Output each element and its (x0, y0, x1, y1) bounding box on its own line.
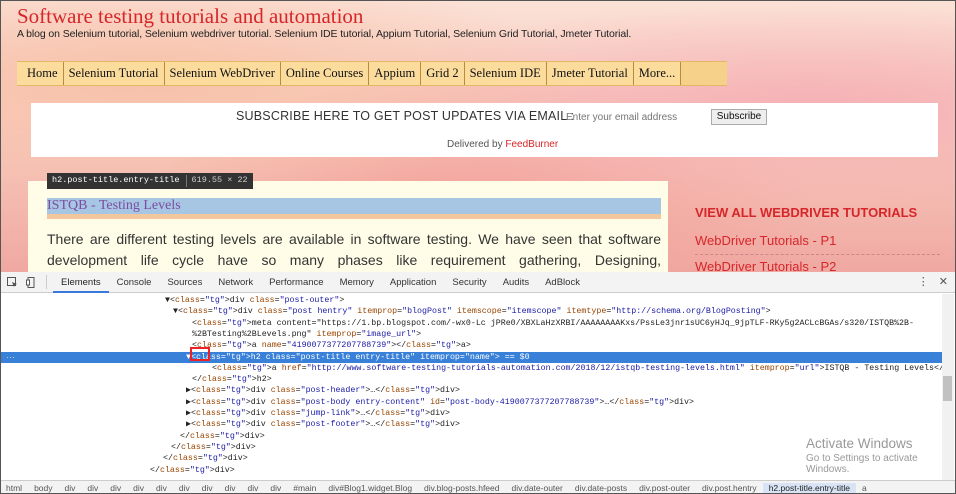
delivered-by: Delivered by FeedBurner (447, 139, 558, 150)
tab-elements[interactable]: Elements (53, 272, 109, 293)
nav-grid[interactable]: Grid 2 (421, 62, 465, 85)
breadcrumb-item[interactable]: div.post-outer (633, 483, 696, 493)
breadcrumb-item[interactable]: body (28, 483, 58, 493)
breadcrumb-item[interactable]: div (264, 483, 287, 493)
watermark-subtitle: Go to Settings to activate Windows. (806, 453, 918, 475)
breadcrumb-item[interactable]: div#Blog1.widget.Blog (322, 483, 418, 493)
devtools-controls: ⋮ ✕ (918, 275, 948, 288)
breadcrumb-item[interactable]: div.date-posts (569, 483, 633, 493)
tab-sources[interactable]: Sources (159, 272, 210, 293)
dom-node[interactable]: </class="tg">h2> (0, 374, 942, 385)
sidebar-heading: VIEW ALL WEBDRIVER TUTORIALS (695, 205, 918, 220)
nav-more[interactable]: More... (633, 62, 682, 85)
nav-online-courses[interactable]: Online Courses (280, 62, 370, 85)
element-highlight-padding (47, 214, 661, 219)
tab-security[interactable]: Security (444, 272, 494, 293)
email-input[interactable] (566, 109, 706, 125)
dom-breadcrumb: html body div div div div div div div div div div #m… (0, 480, 956, 494)
blog-description: A blog on Selenium tutorial, Selenium we… (17, 28, 632, 40)
dom-node[interactable]: <class="tg">a href="http://www.software-… (0, 363, 942, 374)
dom-tree[interactable]: ▼<class="tg">div class="post-outer"> ▼<cl… (0, 294, 942, 480)
blog-title[interactable]: Software testing tutorials and automatio… (17, 4, 363, 29)
dom-node[interactable]: ▶<class="tg">div class="jump-link">…</cl… (0, 408, 942, 419)
watermark-title: Activate Windows (806, 436, 913, 451)
dom-node[interactable]: ▶<class="tg">div class="post-body entry-… (0, 397, 942, 408)
dom-node[interactable]: </class="tg">div> (0, 453, 942, 464)
breadcrumb-item[interactable]: div (150, 483, 173, 493)
main-nav: Home Selenium Tutorial Selenium WebDrive… (17, 61, 727, 86)
tabbar-separator (46, 275, 47, 289)
inspect-tooltip: h2.post-title.entry-title 619.55 × 22 (47, 173, 253, 189)
breadcrumb-item[interactable]: div (196, 483, 219, 493)
nav-selenium-tutorial[interactable]: Selenium Tutorial (63, 62, 165, 85)
sidebar-link-p2[interactable]: WebDriver Tutorials - P2 (695, 259, 836, 272)
annotation-highlight-box (190, 347, 210, 361)
post-body: There are different testing levels are a… (47, 231, 661, 268)
tab-audits[interactable]: Audits (495, 272, 537, 293)
dom-node-selected[interactable]: ▼<class="tg">h2 class="post-title entry-… (0, 351, 942, 363)
dom-node[interactable]: %2BTesting%2BLevels.png" itemprop="image… (0, 329, 942, 340)
dom-node[interactable]: ▶<class="tg">div class="post-footer">…</… (0, 419, 942, 430)
delivered-prefix: Delivered by (447, 139, 503, 150)
dom-node[interactable]: </class="tg">div> (0, 465, 942, 476)
nav-selenium-webdriver[interactable]: Selenium WebDriver (164, 62, 281, 85)
breadcrumb-item[interactable]: h2.post-title.entry-title (762, 482, 856, 493)
tab-adblock[interactable]: AdBlock (537, 272, 588, 293)
feedburner-link[interactable]: FeedBurner (505, 139, 558, 150)
windows-activation-watermark: Activate Windows Go to Settings to activ… (806, 436, 956, 475)
breadcrumb-item[interactable]: div (242, 483, 265, 493)
dom-node[interactable]: </class="tg">div> (0, 442, 942, 453)
breadcrumb-item[interactable]: a (856, 483, 873, 493)
dom-node[interactable]: ▼<class="tg">div class="post-outer"> (0, 295, 942, 306)
breadcrumb-item[interactable]: div (219, 483, 242, 493)
breadcrumb-item[interactable]: div (173, 483, 196, 493)
dom-node[interactable]: <class="tg">a name="4190077377207788739"… (0, 340, 942, 351)
breadcrumb-item[interactable]: div.blog-posts.hfeed (418, 483, 505, 493)
breadcrumb-item[interactable]: html (0, 483, 28, 493)
breadcrumb-item[interactable]: div.post.hentry (696, 483, 763, 493)
breadcrumb-item[interactable]: #main (287, 483, 322, 493)
webpage-viewport: Software testing tutorials and automatio… (0, 0, 956, 272)
breadcrumb-item[interactable]: div.date-outer (506, 483, 569, 493)
breadcrumb-item[interactable]: div (127, 483, 150, 493)
devtools-tabbar: Elements Console Sources Network Perform… (0, 272, 956, 293)
tooltip-selector: h2.post-title.entry-title (52, 175, 180, 185)
more-options-icon[interactable]: ⋮ (918, 275, 929, 288)
dom-node[interactable]: ▶<class="tg">div class="post-header">…</… (0, 385, 942, 396)
dom-tree-scroll-thumb[interactable] (943, 376, 952, 401)
device-toolbar-icon[interactable] (25, 276, 38, 289)
breadcrumb-item[interactable]: div (59, 483, 82, 493)
subscribe-button[interactable]: Subscribe (711, 109, 767, 125)
dom-node[interactable]: <class="tg">meta content="https://1.bp.b… (0, 318, 942, 329)
tooltip-size: 619.55 × 22 (185, 175, 248, 187)
close-icon[interactable]: ✕ (939, 275, 948, 288)
tab-performance[interactable]: Performance (261, 272, 331, 293)
tab-network[interactable]: Network (210, 272, 261, 293)
subscribe-box: SUBSCRIBE HERE TO GET POST UPDATES VIA E… (31, 103, 938, 157)
breadcrumb-item[interactable]: div (81, 483, 104, 493)
dom-node[interactable]: </class="tg">div> (0, 431, 942, 442)
nav-appium[interactable]: Appium (369, 62, 422, 85)
tab-application[interactable]: Application (382, 272, 444, 293)
tab-console[interactable]: Console (109, 272, 160, 293)
nav-selenium-ide[interactable]: Selenium IDE (464, 62, 547, 85)
sidebar-link-p1[interactable]: WebDriver Tutorials - P1 (695, 233, 836, 248)
sidebar-divider (695, 254, 940, 255)
nav-jmeter-tutorial[interactable]: Jmeter Tutorial (546, 62, 634, 85)
dom-node[interactable]: ▼<class="tg">div class="post hentry" ite… (0, 306, 942, 317)
inspect-element-icon[interactable] (6, 276, 19, 289)
nav-home[interactable]: Home (17, 62, 64, 85)
selected-row-dots-icon: … (6, 350, 15, 360)
subscribe-label: SUBSCRIBE HERE TO GET POST UPDATES VIA E… (236, 109, 575, 123)
post-title[interactable]: ISTQB - Testing Levels (47, 198, 181, 214)
tab-memory[interactable]: Memory (332, 272, 382, 293)
breadcrumb-item[interactable]: div (104, 483, 127, 493)
